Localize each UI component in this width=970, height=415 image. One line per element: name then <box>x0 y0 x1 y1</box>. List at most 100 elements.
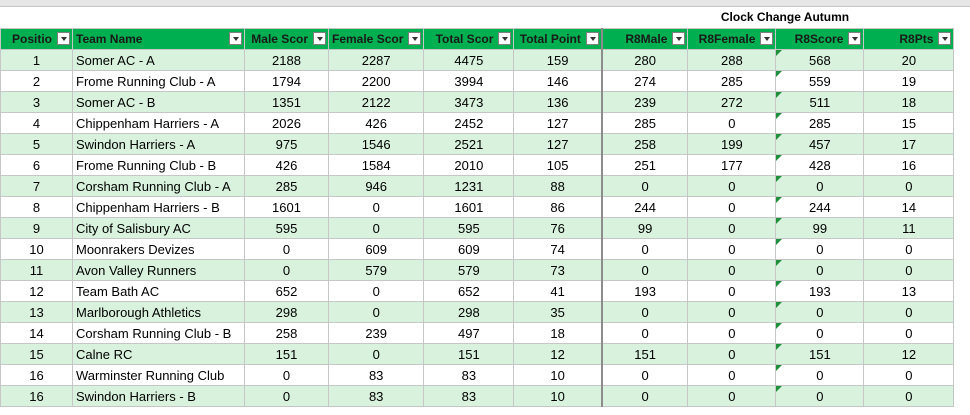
table-cell[interactable]: 3 <box>0 91 73 113</box>
table-cell[interactable]: 151 <box>244 343 329 365</box>
table-cell[interactable]: 2 <box>0 70 73 92</box>
table-cell[interactable]: 511 <box>775 91 865 113</box>
table-cell[interactable]: 13 <box>863 280 955 302</box>
table-cell[interactable]: 298 <box>244 301 329 323</box>
table-cell[interactable]: 151 <box>601 343 689 365</box>
table-cell[interactable]: 2452 <box>423 112 515 134</box>
table-cell[interactable]: Frome Running Club - A <box>72 70 245 92</box>
table-cell[interactable]: 1546 <box>327 133 425 155</box>
table-cell[interactable]: 595 <box>244 217 329 239</box>
table-cell[interactable]: 244 <box>601 196 689 218</box>
table-cell[interactable]: 127 <box>513 133 603 155</box>
table-cell[interactable]: 595 <box>423 217 515 239</box>
table-cell[interactable]: 2188 <box>244 49 329 71</box>
table-cell[interactable]: Marlborough Athletics <box>72 301 245 323</box>
column-header-9[interactable]: R8Pts <box>863 28 955 50</box>
table-cell[interactable]: 0 <box>687 196 777 218</box>
table-cell[interactable]: 105 <box>513 154 603 176</box>
table-cell[interactable]: 426 <box>244 154 329 176</box>
table-cell[interactable]: 20 <box>863 49 955 71</box>
table-cell[interactable]: Corsham Running Club - A <box>72 175 245 197</box>
table-cell[interactable]: 12 <box>863 343 955 365</box>
table-cell[interactable]: 19 <box>863 70 955 92</box>
table-cell[interactable]: 7 <box>0 175 73 197</box>
table-cell[interactable]: 99 <box>601 217 689 239</box>
filter-dropdown-icon[interactable] <box>408 32 422 45</box>
table-cell[interactable]: 2200 <box>327 70 425 92</box>
table-cell[interactable]: 0 <box>687 259 777 281</box>
table-cell[interactable]: 0 <box>687 112 777 134</box>
table-cell[interactable]: 0 <box>687 238 777 260</box>
table-cell[interactable]: 10 <box>513 364 603 386</box>
table-cell[interactable]: 151 <box>775 343 865 365</box>
filter-dropdown-icon[interactable] <box>585 32 599 45</box>
table-cell[interactable]: 975 <box>244 133 329 155</box>
table-cell[interactable]: 16 <box>0 364 73 386</box>
table-cell[interactable]: 12 <box>0 280 73 302</box>
filter-dropdown-icon[interactable] <box>57 32 70 45</box>
group-title[interactable]: Clock Change Autumn <box>612 7 958 28</box>
table-cell[interactable]: 0 <box>863 364 955 386</box>
table-cell[interactable]: 280 <box>601 49 689 71</box>
table-cell[interactable]: 2010 <box>423 154 515 176</box>
table-cell[interactable]: 426 <box>327 112 425 134</box>
table-cell[interactable]: 13 <box>0 301 73 323</box>
table-cell[interactable]: 0 <box>775 322 865 344</box>
table-cell[interactable]: 15 <box>0 343 73 365</box>
filter-dropdown-icon[interactable] <box>313 32 326 45</box>
table-cell[interactable]: Team Bath AC <box>72 280 245 302</box>
table-cell[interactable]: 83 <box>327 385 425 407</box>
table-cell[interactable]: 652 <box>244 280 329 302</box>
table-cell[interactable]: 151 <box>423 343 515 365</box>
table-cell[interactable]: 1231 <box>423 175 515 197</box>
table-cell[interactable]: Avon Valley Runners <box>72 259 245 281</box>
table-cell[interactable]: 1601 <box>244 196 329 218</box>
table-cell[interactable]: 0 <box>601 259 689 281</box>
table-cell[interactable]: 258 <box>244 322 329 344</box>
table-cell[interactable]: 11 <box>0 259 73 281</box>
table-cell[interactable]: 0 <box>687 364 777 386</box>
table-cell[interactable]: 99 <box>775 217 865 239</box>
table-cell[interactable]: 285 <box>775 112 865 134</box>
filter-dropdown-icon[interactable] <box>229 32 242 45</box>
table-cell[interactable]: 239 <box>327 322 425 344</box>
table-cell[interactable]: 74 <box>513 238 603 260</box>
filter-dropdown-icon[interactable] <box>672 32 686 45</box>
table-cell[interactable]: 274 <box>601 70 689 92</box>
table-cell[interactable]: 1 <box>0 49 73 71</box>
table-cell[interactable]: 0 <box>327 280 425 302</box>
table-cell[interactable]: 609 <box>423 238 515 260</box>
table-cell[interactable]: 457 <box>775 133 865 155</box>
table-cell[interactable]: 1584 <box>327 154 425 176</box>
table-cell[interactable]: 946 <box>327 175 425 197</box>
table-cell[interactable]: 272 <box>687 91 777 113</box>
table-cell[interactable]: 609 <box>327 238 425 260</box>
table-cell[interactable]: 497 <box>423 322 515 344</box>
table-cell[interactable]: 86 <box>513 196 603 218</box>
table-cell[interactable]: 127 <box>513 112 603 134</box>
table-cell[interactable]: 5 <box>0 133 73 155</box>
table-cell[interactable]: 579 <box>327 259 425 281</box>
column-header-4[interactable]: Total Scor <box>423 28 515 50</box>
filter-dropdown-icon[interactable] <box>760 32 774 45</box>
table-cell[interactable]: 177 <box>687 154 777 176</box>
table-cell[interactable]: 0 <box>327 301 425 323</box>
table-cell[interactable]: 2122 <box>327 91 425 113</box>
table-cell[interactable]: 0 <box>687 280 777 302</box>
table-cell[interactable]: Swindon Harriers - A <box>72 133 245 155</box>
table-cell[interactable]: 0 <box>244 385 329 407</box>
table-cell[interactable]: 76 <box>513 217 603 239</box>
table-cell[interactable]: 2287 <box>327 49 425 71</box>
table-cell[interactable]: 0 <box>601 301 689 323</box>
table-cell[interactable]: 568 <box>775 49 865 71</box>
table-cell[interactable]: 0 <box>601 175 689 197</box>
table-cell[interactable]: 4 <box>0 112 73 134</box>
table-cell[interactable]: 559 <box>775 70 865 92</box>
table-cell[interactable]: Corsham Running Club - B <box>72 322 245 344</box>
table-cell[interactable]: 0 <box>244 259 329 281</box>
table-cell[interactable]: 2026 <box>244 112 329 134</box>
table-cell[interactable]: 0 <box>687 322 777 344</box>
table-cell[interactable]: 9 <box>0 217 73 239</box>
table-cell[interactable]: 35 <box>513 301 603 323</box>
filter-dropdown-icon[interactable] <box>938 32 952 45</box>
